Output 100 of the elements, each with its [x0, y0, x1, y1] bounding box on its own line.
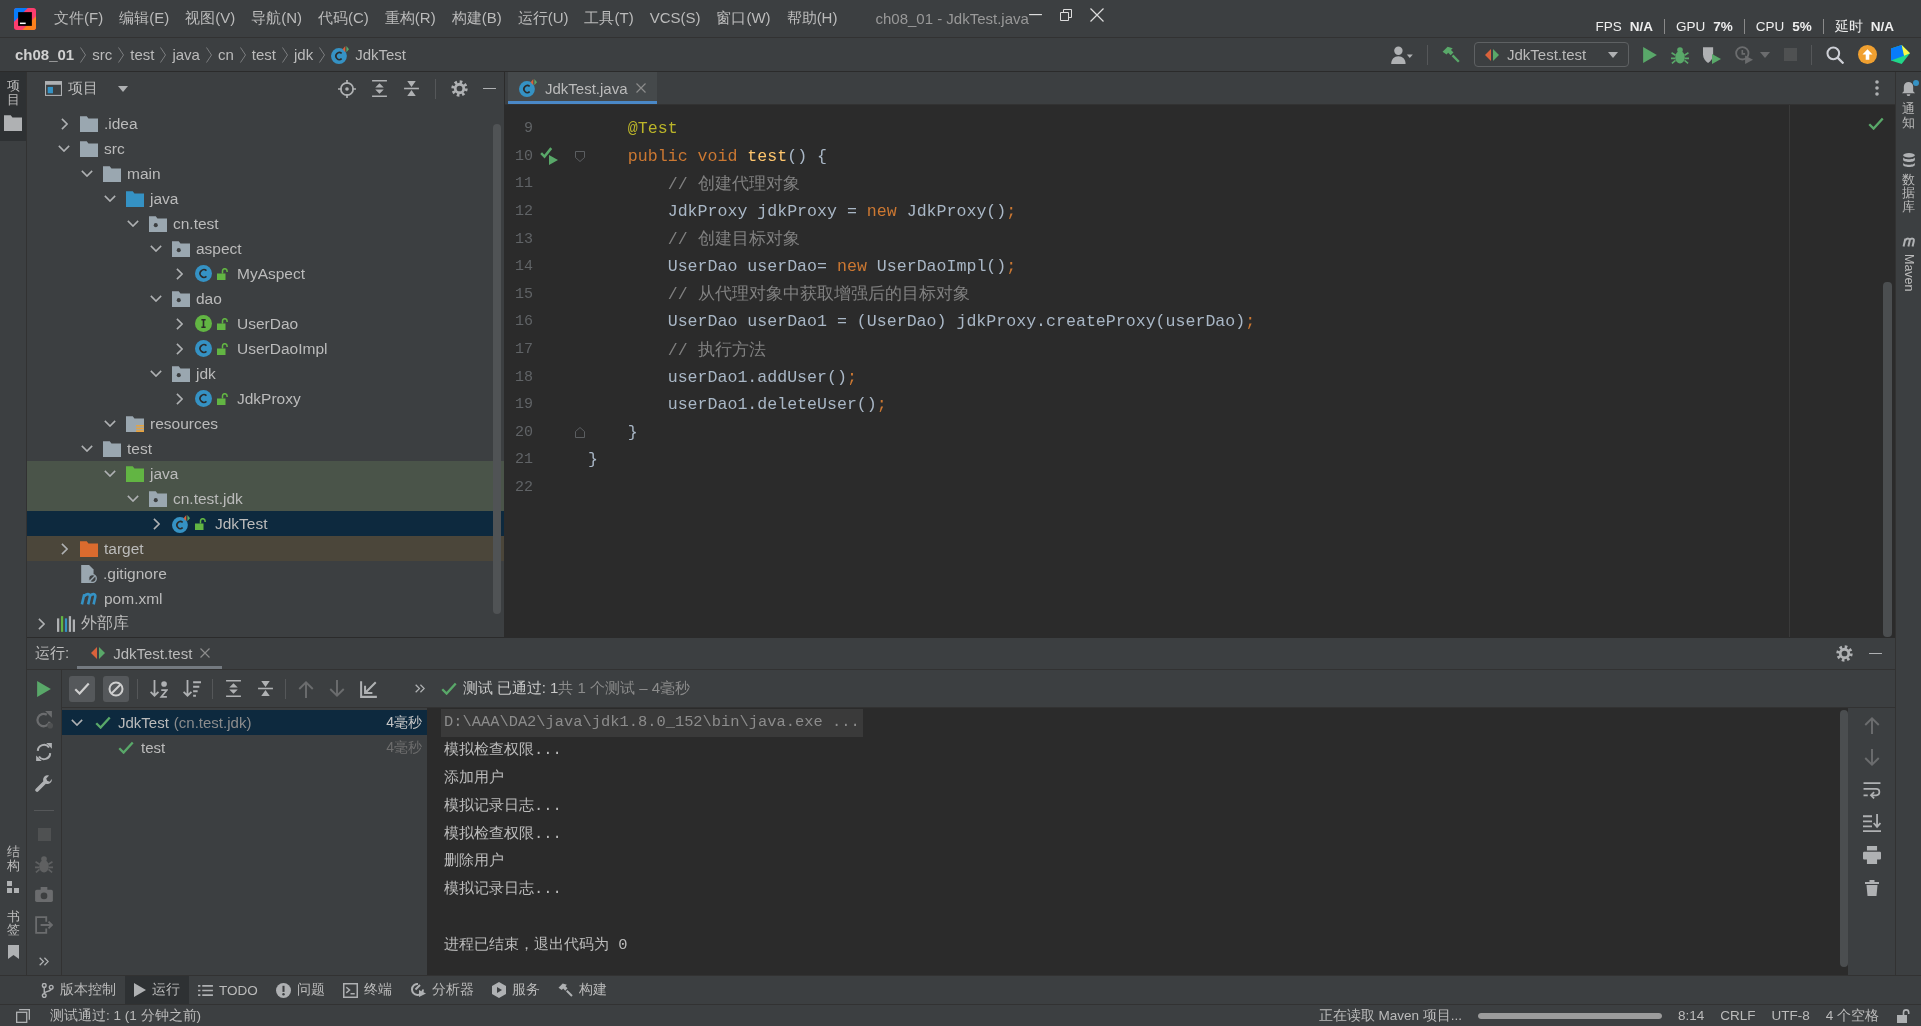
chevron-right-icon[interactable] [60, 542, 68, 555]
play-icon[interactable] [1643, 46, 1657, 63]
tree-item[interactable]: java [27, 186, 504, 211]
chevron-down-icon[interactable] [150, 295, 162, 302]
padlock-icon[interactable] [1897, 1008, 1910, 1023]
editor-tab[interactable]: JdkTest.java [508, 72, 657, 104]
menu-item[interactable]: 文件(F) [46, 7, 112, 30]
up-arrow-circle-icon[interactable] [1858, 45, 1877, 64]
tool-window-tab[interactable]: 通知 [1896, 74, 1921, 145]
breadcrumb[interactable]: java [172, 46, 200, 63]
breadcrumb[interactable]: test [251, 46, 276, 63]
person-icon[interactable] [1391, 45, 1413, 64]
restore-icon[interactable] [1059, 9, 1072, 21]
tool-window-tab[interactable]: Maven [1896, 228, 1921, 306]
menu-item[interactable]: 重构(R) [376, 7, 444, 30]
run-configuration-dropdown[interactable]: JdkTest.test [1474, 42, 1629, 67]
hammer-icon[interactable] [1442, 46, 1460, 63]
menu-item[interactable]: VCS(S) [641, 7, 709, 30]
expand-all-icon[interactable] [371, 80, 388, 97]
tree-item[interactable]: java [27, 461, 504, 486]
chevron-down-icon[interactable] [81, 170, 93, 177]
tool-window-tab[interactable]: 项目 [0, 72, 26, 141]
tree-item[interactable]: test [27, 436, 504, 461]
tree-item[interactable]: aspect [27, 236, 504, 261]
app-logo-icon[interactable] [1891, 45, 1910, 64]
scrollbar-thumb[interactable] [1840, 710, 1848, 967]
minimize-icon[interactable] [1028, 14, 1042, 16]
chevron-down-icon[interactable] [127, 495, 139, 502]
toggle-button[interactable] [69, 675, 95, 702]
close-icon[interactable] [200, 648, 211, 658]
printer-icon[interactable] [1862, 846, 1881, 865]
tree-item[interactable]: MyAspect [27, 261, 504, 286]
scroll-to-end-icon[interactable] [1862, 813, 1881, 832]
play-icon[interactable] [37, 681, 51, 697]
shield-play-icon[interactable] [1703, 45, 1721, 64]
tree-item[interactable]: .gitignore [27, 561, 504, 586]
tree-item[interactable]: .idea [27, 111, 504, 136]
tool-window-button[interactable]: 版本控制 [32, 976, 125, 1004]
chevron-down-icon[interactable] [150, 245, 162, 252]
chevron-right-icon[interactable] [152, 517, 160, 530]
chevron-down-icon[interactable] [71, 719, 83, 726]
menu-item[interactable]: 导航(N) [243, 7, 310, 30]
chevron-down-icon[interactable] [150, 370, 162, 377]
soft-wrap-icon[interactable] [1862, 781, 1881, 800]
settings-icon[interactable] [1836, 645, 1853, 662]
double-chevron-icon[interactable] [39, 957, 49, 966]
chevron-down-icon[interactable] [81, 445, 93, 452]
chevron-down-icon[interactable] [104, 420, 116, 427]
more-vertical-icon[interactable] [1875, 80, 1879, 96]
tree-item[interactable]: pom.xml [27, 586, 504, 611]
menu-item[interactable]: 帮助(H) [778, 7, 846, 30]
tree-item[interactable]: JdkTest [27, 511, 504, 536]
breadcrumb[interactable]: ch08_01 [15, 46, 75, 63]
tool-window-tab[interactable]: 书签 [0, 902, 26, 969]
double-chevron-icon[interactable] [415, 684, 425, 693]
tree-item[interactable]: JdkProxy [27, 386, 504, 411]
tree-item[interactable]: src [27, 136, 504, 161]
chevron-right-icon[interactable] [175, 317, 183, 330]
chevron-down-icon[interactable] [127, 220, 139, 227]
bug-icon[interactable] [1671, 45, 1689, 64]
scrollbar-thumb[interactable] [1883, 282, 1892, 637]
breadcrumb[interactable]: cn [217, 46, 234, 63]
collapse-all-icon[interactable] [403, 80, 420, 97]
tree-item[interactable]: dao [27, 286, 504, 311]
tree-item[interactable]: UserDaoImpl [27, 336, 504, 361]
menu-item[interactable]: 视图(V) [177, 7, 244, 30]
menu-item[interactable]: 工具(T) [576, 7, 642, 30]
tree-item[interactable]: jdk [27, 361, 504, 386]
tool-window-button[interactable]: TODO [189, 976, 267, 1004]
chevron-down-icon[interactable] [104, 195, 116, 202]
fold-marker-icon[interactable] [575, 150, 585, 162]
status-widget[interactable]: UTF-8 [1771, 1008, 1810, 1023]
expand-all-icon[interactable] [224, 680, 242, 697]
status-widget[interactable]: 4 个空格 [1825, 1006, 1879, 1025]
chevron-down-icon[interactable] [58, 145, 70, 152]
menu-item[interactable]: 编辑(E) [111, 7, 178, 30]
tool-window-button[interactable]: 服务 [482, 976, 549, 1004]
test-tree-item[interactable]: JdkTest (cn.test.jdk) 4毫秒 [62, 710, 427, 735]
chevron-right-icon[interactable] [175, 267, 183, 280]
toggle-button[interactable] [103, 675, 129, 702]
minimize-icon[interactable] [483, 87, 496, 90]
run-tab[interactable]: JdkTest.test [77, 638, 223, 669]
tool-window-button[interactable]: 分析器 [400, 976, 483, 1004]
menu-item[interactable]: 窗口(W) [708, 7, 779, 30]
tool-window-button[interactable]: 问题 [266, 976, 334, 1004]
chevron-down-icon[interactable] [104, 470, 116, 477]
breadcrumb[interactable]: src [92, 46, 113, 63]
wrench-icon[interactable] [35, 775, 53, 793]
minimize-icon[interactable] [1869, 652, 1882, 655]
settings-icon[interactable] [451, 80, 468, 97]
crosshair-icon[interactable] [338, 79, 356, 98]
status-widget[interactable]: CRLF [1720, 1008, 1756, 1023]
chevron-right-icon[interactable] [175, 342, 183, 355]
chevron-right-icon[interactable] [37, 617, 45, 630]
caret-icon[interactable] [118, 85, 128, 92]
tool-window-button[interactable]: 运行 [125, 976, 189, 1004]
breadcrumb[interactable]: JdkTest [355, 46, 406, 63]
menu-item[interactable]: 代码(C) [310, 7, 377, 30]
tree-item[interactable]: main [27, 161, 504, 186]
chevron-right-icon[interactable] [60, 117, 68, 130]
